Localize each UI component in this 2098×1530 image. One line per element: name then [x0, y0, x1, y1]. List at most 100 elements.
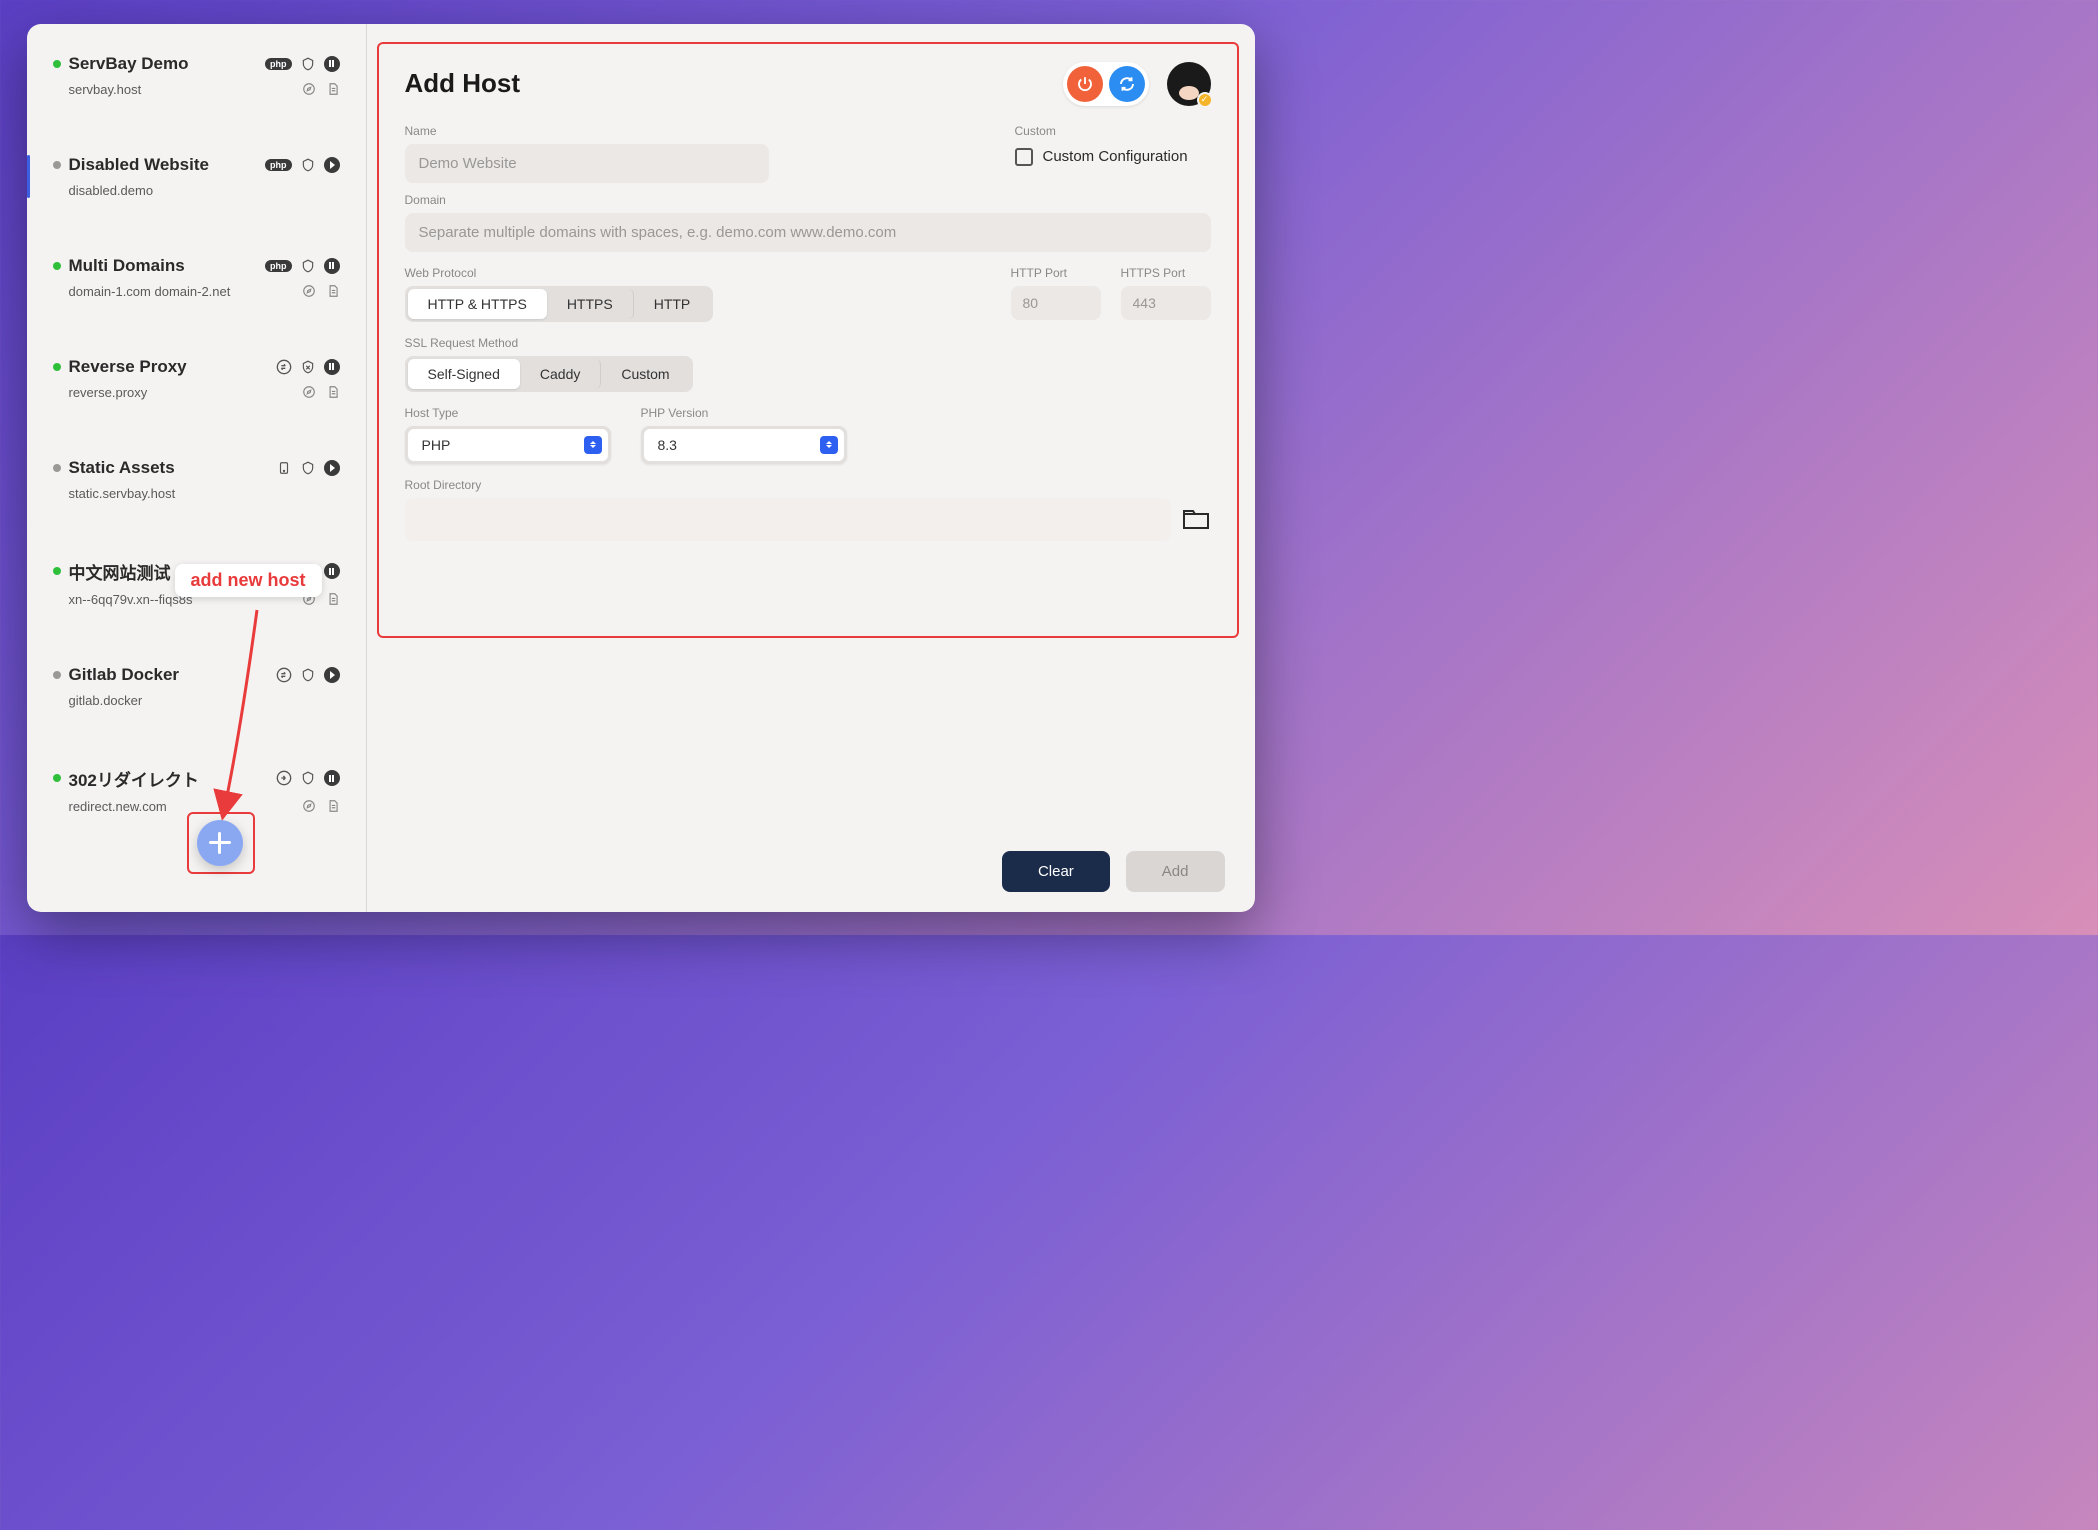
pause-icon[interactable]: [324, 563, 340, 579]
host-name: Disabled Website: [69, 155, 258, 175]
host-item-static-assets[interactable]: Static Assets static.servbay.host: [35, 444, 358, 515]
custom-config-label: Custom Configuration: [1043, 148, 1188, 165]
status-dot-icon: [53, 464, 61, 472]
root-label: Root Directory: [405, 478, 1211, 492]
pause-icon[interactable]: [324, 359, 340, 375]
swap-icon: [276, 667, 292, 683]
annotation-label: add new host: [175, 564, 322, 597]
host-domain: reverse.proxy: [69, 385, 148, 400]
http-port-input[interactable]: [1011, 286, 1101, 320]
top-action-group: [1063, 62, 1149, 106]
hosttype-label: Host Type: [405, 406, 611, 420]
pause-icon[interactable]: [324, 770, 340, 786]
swap-icon: [276, 359, 292, 375]
footer-actions: Clear Add: [1002, 851, 1225, 892]
status-dot-icon: [53, 671, 61, 679]
host-domain: static.servbay.host: [69, 486, 176, 501]
shield-icon: [300, 157, 316, 173]
host-item-gitlab-docker[interactable]: Gitlab Docker gitlab.docker: [35, 651, 358, 722]
compass-icon[interactable]: [302, 799, 316, 813]
host-sidebar: ServBay Demo php servbay.host Disabled W…: [27, 24, 367, 912]
chevron-updown-icon: [820, 436, 838, 454]
status-dot-icon: [53, 774, 61, 782]
https-port-label: HTTPS Port: [1121, 266, 1211, 280]
php-badge-icon: php: [265, 58, 292, 70]
host-item-disabled-website[interactable]: Disabled Website php disabled.demo: [35, 141, 358, 212]
shield-x-icon: [300, 359, 316, 375]
host-name: Static Assets: [69, 458, 268, 478]
protocol-http[interactable]: HTTP: [634, 289, 711, 319]
browse-folder-button[interactable]: [1181, 506, 1211, 532]
domain-label: Domain: [405, 193, 1211, 207]
redirect-icon: [276, 770, 292, 786]
power-icon: [1076, 75, 1094, 93]
status-dot-icon: [53, 161, 61, 169]
ssl-segment: Self-Signed Caddy Custom: [405, 356, 693, 392]
php-badge-icon: php: [265, 260, 292, 272]
compass-icon[interactable]: [302, 385, 316, 399]
host-item-servbay-demo[interactable]: ServBay Demo php servbay.host: [35, 40, 358, 111]
domain-input[interactable]: [405, 213, 1211, 252]
page-title: Add Host: [405, 68, 1063, 99]
host-name: Reverse Proxy: [69, 357, 268, 377]
ssl-custom[interactable]: Custom: [601, 359, 689, 389]
https-port-input[interactable]: [1121, 286, 1211, 320]
protocol-http-https[interactable]: HTTP & HTTPS: [408, 289, 547, 319]
main-panel: Add Host ✓ Name: [367, 24, 1255, 912]
phpver-value: 8.3: [658, 437, 820, 453]
compass-icon[interactable]: [302, 284, 316, 298]
http-port-label: HTTP Port: [1011, 266, 1101, 280]
folder-icon: [1181, 506, 1211, 532]
host-domain: gitlab.docker: [69, 693, 143, 708]
host-name: Gitlab Docker: [69, 665, 268, 685]
name-input[interactable]: [405, 144, 769, 183]
host-domain: disabled.demo: [69, 183, 154, 198]
clear-button[interactable]: Clear: [1002, 851, 1110, 892]
host-item-multi-domains[interactable]: Multi Domains php domain-1.com domain-2.…: [35, 242, 358, 313]
ssl-caddy[interactable]: Caddy: [520, 359, 601, 389]
doc-icon[interactable]: [326, 592, 340, 606]
hosttype-select[interactable]: PHP: [405, 426, 611, 464]
phpver-select[interactable]: 8.3: [641, 426, 847, 464]
add-button[interactable]: Add: [1126, 851, 1225, 892]
host-domain: xn--6qq79v.xn--fiqs8s: [69, 592, 193, 607]
add-host-fab[interactable]: [197, 820, 243, 866]
doc-icon[interactable]: [326, 385, 340, 399]
host-domain: servbay.host: [69, 82, 142, 97]
app-window: ServBay Demo php servbay.host Disabled W…: [27, 24, 1255, 912]
play-icon[interactable]: [324, 460, 340, 476]
refresh-icon: [1118, 75, 1136, 93]
custom-config-checkbox[interactable]: [1015, 148, 1033, 166]
shield-icon: [300, 667, 316, 683]
chevron-updown-icon: [584, 436, 602, 454]
user-avatar[interactable]: ✓: [1167, 62, 1211, 106]
pause-icon[interactable]: [324, 258, 340, 274]
doc-icon[interactable]: [326, 284, 340, 298]
host-name: Multi Domains: [69, 256, 258, 276]
form-highlight-box: Add Host ✓ Name: [377, 42, 1239, 638]
doc-icon[interactable]: [326, 799, 340, 813]
ssl-label: SSL Request Method: [405, 336, 1211, 350]
protocol-https[interactable]: HTTPS: [547, 289, 634, 319]
ssl-self-signed[interactable]: Self-Signed: [408, 359, 520, 389]
shield-icon: [300, 258, 316, 274]
compass-icon[interactable]: [302, 82, 316, 96]
verified-badge-icon: ✓: [1197, 92, 1213, 108]
host-item-reverse-proxy[interactable]: Reverse Proxy reverse.proxy: [35, 343, 358, 414]
pause-icon[interactable]: [324, 56, 340, 72]
host-name: ServBay Demo: [69, 54, 258, 74]
doc-icon[interactable]: [326, 82, 340, 96]
play-icon[interactable]: [324, 667, 340, 683]
host-domain: domain-1.com domain-2.net: [69, 284, 231, 299]
refresh-button[interactable]: [1109, 66, 1145, 102]
play-icon[interactable]: [324, 157, 340, 173]
status-dot-icon: [53, 567, 61, 575]
status-dot-icon: [53, 262, 61, 270]
hosttype-value: PHP: [422, 437, 584, 453]
root-directory-input[interactable]: [405, 498, 1171, 541]
status-dot-icon: [53, 60, 61, 68]
host-name: 302リダイレクト: [69, 766, 268, 791]
status-dot-icon: [53, 363, 61, 371]
shield-icon: [300, 770, 316, 786]
power-button[interactable]: [1067, 66, 1103, 102]
